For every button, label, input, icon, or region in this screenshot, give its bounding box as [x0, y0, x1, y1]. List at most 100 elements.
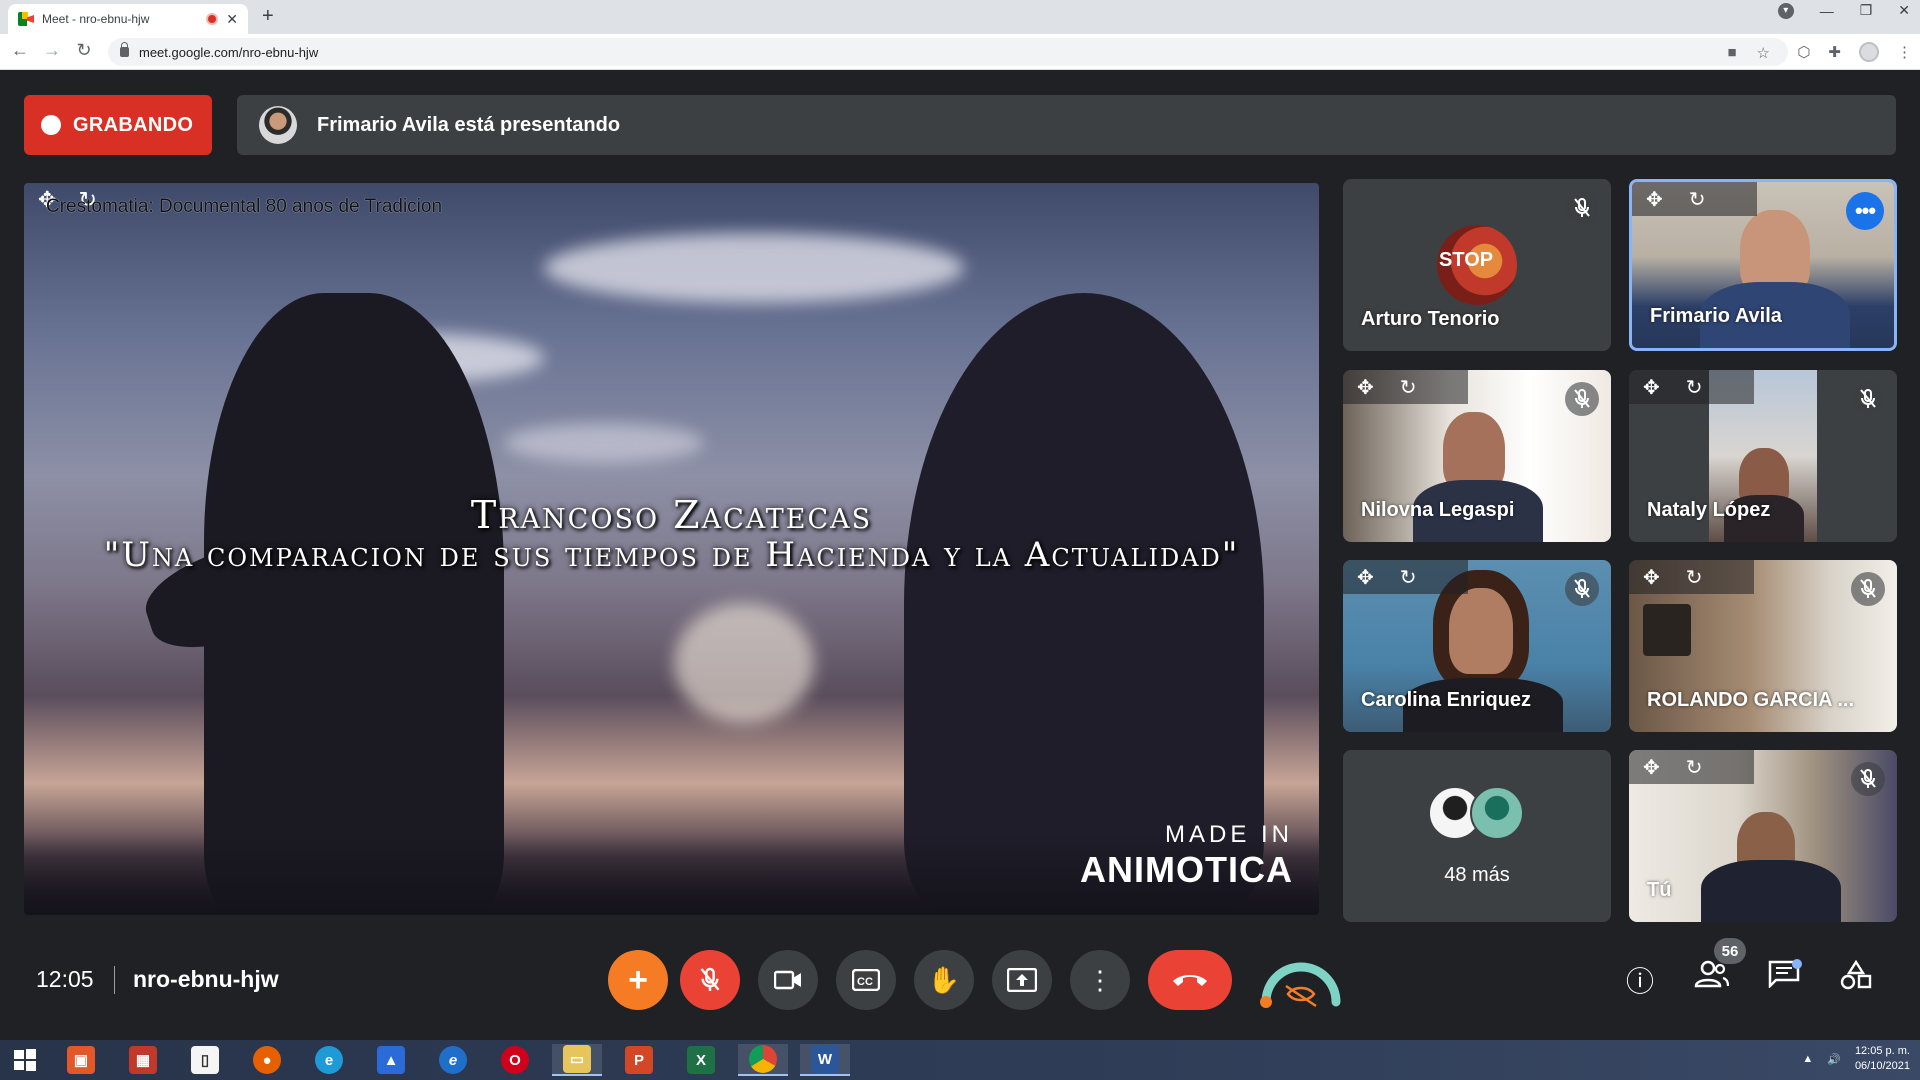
address-bar[interactable]: meet.google.com/nro-ebnu-hjw ■ ☆: [108, 38, 1788, 66]
more-options-icon[interactable]: •••: [1846, 192, 1884, 230]
camera-permission-icon[interactable]: ■: [1727, 44, 1736, 62]
presenting-text: Frimario Avila está presentando: [317, 113, 621, 136]
participant-tile[interactable]: ✥ ↻ Nilovna Legaspi: [1343, 370, 1611, 542]
hang-up-icon: [1173, 975, 1207, 986]
self-tile[interactable]: ✥ ↻ Tú: [1629, 750, 1897, 922]
clock-time: 12:05 p. m.: [1854, 1045, 1910, 1057]
avatar-stop-text: STOP: [1439, 249, 1494, 271]
taskbar-app[interactable]: ▯: [180, 1044, 230, 1076]
taskbar-app[interactable]: e: [428, 1044, 478, 1076]
refresh-icon[interactable]: ↻: [1400, 565, 1417, 590]
taskbar-app[interactable]: W: [800, 1044, 850, 1076]
taskbar-app[interactable]: O: [490, 1044, 540, 1076]
microphone-toggle-button[interactable]: [680, 950, 740, 1010]
extensions-puzzle-icon[interactable]: ✚: [1828, 43, 1841, 61]
more-vert-icon: ⋮: [1087, 964, 1113, 995]
restore-icon[interactable]: ❐: [1860, 2, 1873, 19]
presenting-banner: Frimario Avila está presentando: [237, 95, 1896, 155]
more-options-button[interactable]: ⋮: [1070, 950, 1130, 1010]
picture-frame: [1643, 604, 1691, 656]
refresh-icon[interactable]: ↻: [1686, 565, 1703, 590]
show-hidden-icons-icon[interactable]: ▲: [1802, 1053, 1813, 1065]
camera-toggle-button[interactable]: [758, 950, 818, 1010]
taskbar-app[interactable]: ▭: [552, 1044, 602, 1076]
taskbar-clock[interactable]: 12:05 p. m. 06/10/2021: [1855, 1044, 1910, 1074]
taskbar-app[interactable]: e: [304, 1044, 354, 1076]
volume-icon[interactable]: 🔊: [1827, 1053, 1841, 1066]
raise-hand-button[interactable]: ✋: [914, 950, 974, 1010]
taskbar-app[interactable]: ▦: [118, 1044, 168, 1076]
taskbar-app[interactable]: ▲: [366, 1044, 416, 1076]
meeting-details-icon[interactable]: ⓘ: [1620, 960, 1660, 1000]
captions-button[interactable]: CC: [836, 950, 896, 1010]
window-close-icon[interactable]: ✕: [1898, 2, 1910, 19]
bookmark-star-icon[interactable]: ☆: [1757, 44, 1770, 62]
taskbar-app[interactable]: ●: [242, 1044, 292, 1076]
move-icon[interactable]: ✥: [1357, 565, 1374, 590]
move-icon[interactable]: ✥: [1357, 375, 1374, 400]
participants-icon[interactable]: [1692, 960, 1732, 995]
extension-cube-icon[interactable]: ⬡: [1797, 43, 1810, 61]
browser-tab-meet[interactable]: Meet - nro-ebnu-hjw ✕: [8, 4, 248, 34]
word-icon: W: [811, 1045, 839, 1073]
participant-name: ROLANDO GARCIA ...: [1647, 689, 1855, 711]
participant-name: Frimario Avila: [1650, 305, 1782, 327]
move-icon[interactable]: ✥: [1643, 565, 1660, 590]
files-app-icon: ▲: [377, 1046, 405, 1074]
video-cloud: [504, 423, 704, 463]
participant-name: Nilovna Legaspi: [1361, 499, 1515, 521]
taskbar-app[interactable]: X: [676, 1044, 726, 1076]
refresh-icon[interactable]: ↻: [1689, 187, 1706, 212]
tab-close-icon[interactable]: ✕: [226, 11, 238, 28]
avatar: [1470, 786, 1524, 840]
activities-icon[interactable]: [1836, 959, 1876, 997]
present-screen-button[interactable]: [992, 950, 1052, 1010]
start-button[interactable]: [0, 1044, 50, 1076]
taskbar-app[interactable]: ▣: [56, 1044, 106, 1076]
participant-tile-active[interactable]: ✥ ↻ ••• Frimario Avila: [1629, 179, 1897, 351]
watermark: MADE IN ANIMOTICA: [1080, 821, 1293, 891]
forward-icon[interactable]: →: [40, 40, 64, 61]
companion-gauge-icon[interactable]: [1258, 946, 1344, 1010]
reload-icon[interactable]: ↻: [72, 40, 96, 61]
back-icon[interactable]: ←: [8, 40, 32, 61]
add-activity-button[interactable]: +: [608, 950, 668, 1010]
watermark-brand: ANIMOTICA: [1080, 849, 1293, 890]
recording-indicator-icon: [206, 13, 219, 25]
meeting-code[interactable]: nro-ebnu-hjw: [133, 966, 279, 993]
recording-button[interactable]: GRABANDO: [24, 95, 212, 155]
refresh-icon[interactable]: ↻: [1400, 375, 1417, 400]
windows-logo-icon: [14, 1049, 36, 1071]
taskbar-app[interactable]: P: [614, 1044, 664, 1076]
tab-title: Meet - nro-ebnu-hjw: [42, 12, 150, 26]
record-dot-icon: [41, 115, 61, 135]
clock-date: 06/10/2021: [1854, 1060, 1910, 1072]
participant-tile[interactable]: ✥ ↻ Nataly López: [1629, 370, 1897, 542]
leave-call-button[interactable]: [1148, 950, 1232, 1010]
internet-explorer-icon: e: [439, 1046, 467, 1074]
taskbar-app[interactable]: [738, 1044, 788, 1076]
participant-tile[interactable]: ✥ ↻ ROLANDO GARCIA ...: [1629, 560, 1897, 732]
refresh-icon[interactable]: ↻: [1686, 375, 1703, 400]
minimize-icon[interactable]: —: [1820, 3, 1834, 19]
video-title-line2: "Una comparacion de sus tiempos de Hacie…: [103, 535, 1240, 575]
profile-avatar-icon[interactable]: [1859, 42, 1879, 62]
new-tab-button[interactable]: +: [262, 5, 274, 28]
participant-name: Nataly López: [1647, 499, 1771, 521]
powerpoint-icon: P: [625, 1046, 653, 1074]
file-explorer-icon: ▭: [563, 1045, 591, 1073]
windows-taskbar: ▣ ▦ ▯ ● e ▲ e O ▭ P X W ▲ 🔊 12:05 p. m. …: [0, 1040, 1920, 1080]
participant-tile[interactable]: ✥ ↻ Carolina Enriquez: [1343, 560, 1611, 732]
participants-count-badge: 56: [1714, 938, 1746, 964]
browser-menu-icon[interactable]: ⋮: [1897, 43, 1912, 61]
participant-tile[interactable]: STOP Arturo Tenorio: [1343, 179, 1611, 351]
move-icon[interactable]: ✥: [1643, 375, 1660, 400]
refresh-icon[interactable]: ↻: [1686, 755, 1703, 780]
presentation-stage[interactable]: ✥ ↻ Crestomatia: Documental 80 anos de T…: [24, 183, 1319, 915]
move-icon[interactable]: ✥: [1646, 187, 1663, 212]
move-icon[interactable]: ✥: [1643, 755, 1660, 780]
tab-search-icon[interactable]: ▾: [1777, 2, 1794, 19]
mic-off-icon: [1565, 191, 1599, 225]
more-participants-tile[interactable]: 48 más: [1343, 750, 1611, 922]
game-app-icon: ▦: [129, 1046, 157, 1074]
